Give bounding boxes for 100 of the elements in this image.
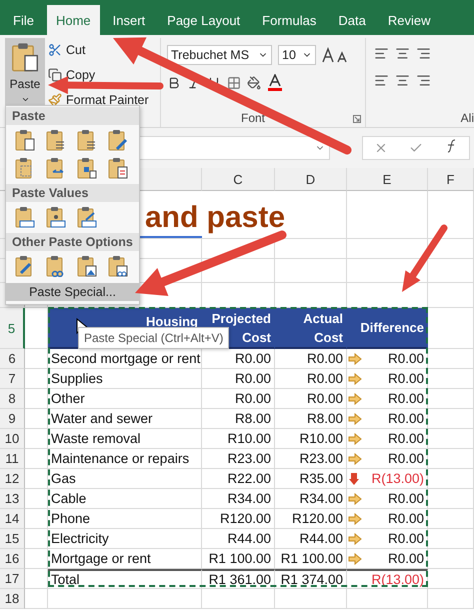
empty-cell — [428, 389, 474, 409]
table-cell: R10.00 — [202, 429, 275, 449]
row-header[interactable]: 17 — [0, 569, 25, 589]
row-header[interactable]: 6 — [0, 349, 25, 369]
borders-icon[interactable] — [227, 76, 241, 90]
empty-cell — [428, 549, 474, 569]
empty-cell — [428, 509, 474, 529]
clipboard-icon — [76, 129, 98, 151]
row-header[interactable]: 10 — [0, 429, 25, 449]
table-cell: R0.00 — [347, 509, 428, 529]
menu-section-header: Other Paste Options — [6, 233, 139, 251]
row-header[interactable]: 5 — [0, 308, 25, 349]
row-header[interactable]: 9 — [0, 409, 25, 429]
paintbrush-icon — [48, 93, 62, 107]
tooltip: Paste Special (Ctrl+Alt+V) — [78, 327, 230, 349]
row-header[interactable]: 11 — [0, 449, 25, 469]
table-cell: R1 100.00 — [202, 549, 275, 569]
dialog-launcher-icon[interactable] — [353, 115, 361, 123]
table-cell: R0.00 — [347, 349, 428, 369]
table-cell: R0.00 — [275, 349, 347, 369]
table-cell: R1 361.00 — [202, 569, 275, 589]
cut-button[interactable]: Cut — [48, 41, 86, 59]
align-left-icon[interactable] — [374, 73, 389, 88]
copy-icon — [48, 68, 62, 82]
copy-button[interactable]: Copy — [48, 66, 96, 84]
row-header[interactable]: 13 — [0, 489, 25, 509]
column-header[interactable]: C — [202, 168, 275, 191]
table-cell: R44.00 — [202, 529, 275, 549]
empty-cell — [428, 449, 474, 469]
clipboard-icon — [107, 255, 129, 277]
table-cell: Electricity — [48, 529, 202, 549]
ribbon-tab[interactable]: Data — [329, 5, 375, 35]
scissors-icon — [48, 43, 62, 57]
clipboard-icon — [107, 157, 129, 179]
table-cell: R0.00 — [202, 389, 275, 409]
row-header[interactable]: 18 — [0, 589, 25, 609]
row-header[interactable]: 16 — [0, 549, 25, 569]
format-painter-button[interactable]: Format Painter — [48, 91, 149, 109]
ribbon-tab[interactable]: Formulas — [253, 5, 326, 35]
column-heading: Actual Cost — [275, 308, 347, 349]
row-header[interactable]: 14 — [0, 509, 25, 529]
column-header[interactable]: E — [347, 168, 428, 191]
table-cell: R120.00 — [202, 509, 275, 529]
table-cell: R(13.00) — [347, 569, 428, 589]
row-header[interactable]: 15 — [0, 529, 25, 549]
table-cell: R0.00 — [347, 409, 428, 429]
name-box[interactable] — [137, 136, 330, 160]
table-cell: R10.00 — [275, 429, 347, 449]
fill-color-icon[interactable] — [247, 76, 261, 90]
font-color-icon[interactable] — [267, 74, 283, 92]
align-bottom-icon[interactable] — [416, 46, 431, 61]
table-cell: R23.00 — [202, 449, 275, 469]
empty-cell — [428, 409, 474, 429]
table-cell: R1 100.00 — [275, 549, 347, 569]
table-cell: R8.00 — [202, 409, 275, 429]
bold-icon[interactable] — [167, 76, 181, 90]
row-header[interactable]: 7 — [0, 369, 25, 389]
empty-cell — [428, 429, 474, 449]
ribbon-tab[interactable]: Home — [46, 5, 100, 35]
clipboard-icon — [14, 129, 36, 151]
table-cell: Cable — [48, 489, 202, 509]
paste-button[interactable]: Paste — [5, 38, 45, 106]
table-cell: R0.00 — [347, 429, 428, 449]
font-name-field[interactable]: Trebuchet MS — [167, 45, 272, 65]
table-cell: R0.00 — [347, 549, 428, 569]
align-center-icon[interactable] — [395, 73, 410, 88]
sheet-title: and paste — [145, 200, 286, 236]
ribbon-tab[interactable]: Review — [378, 5, 440, 35]
column-header[interactable]: D — [275, 168, 347, 191]
row-header[interactable]: 12 — [0, 469, 25, 489]
clipboard-icon — [107, 129, 129, 151]
align-middle-icon[interactable] — [395, 46, 410, 61]
font-size-field[interactable]: 10 — [278, 45, 316, 65]
clipboard-icon — [45, 129, 67, 151]
table-cell: R1 374.00 — [275, 569, 347, 589]
align-right-icon[interactable] — [416, 73, 431, 88]
clipboard-icon — [76, 255, 98, 277]
paste-special-item[interactable]: Paste Special... — [6, 283, 139, 301]
menu-section-header: Paste — [6, 107, 139, 125]
column-header[interactable]: F — [428, 168, 474, 191]
caret-icon — [20, 95, 30, 104]
table-cell: Maintenance or repairs — [48, 449, 202, 469]
table-cell: Total — [48, 569, 202, 589]
table-cell: Supplies — [48, 369, 202, 389]
ribbon-tab[interactable]: Insert — [104, 5, 154, 35]
align-top-icon[interactable] — [374, 46, 389, 61]
empty-cell — [428, 469, 474, 489]
ribbon-tab[interactable]: File — [4, 5, 43, 35]
table-cell: R44.00 — [275, 529, 347, 549]
table-cell: Gas — [48, 469, 202, 489]
group-label: Ali — [460, 111, 474, 125]
row-header[interactable]: 8 — [0, 389, 25, 409]
table-cell: R0.00 — [202, 369, 275, 389]
table-cell: R0.00 — [347, 529, 428, 549]
ribbon-tab[interactable]: Page Layout — [158, 5, 250, 35]
table-cell: Water and sewer — [48, 409, 202, 429]
empty-cell — [428, 589, 474, 609]
clipboard-icon — [76, 206, 98, 228]
table-cell: R0.00 — [347, 389, 428, 409]
table-cell: R34.00 — [202, 489, 275, 509]
